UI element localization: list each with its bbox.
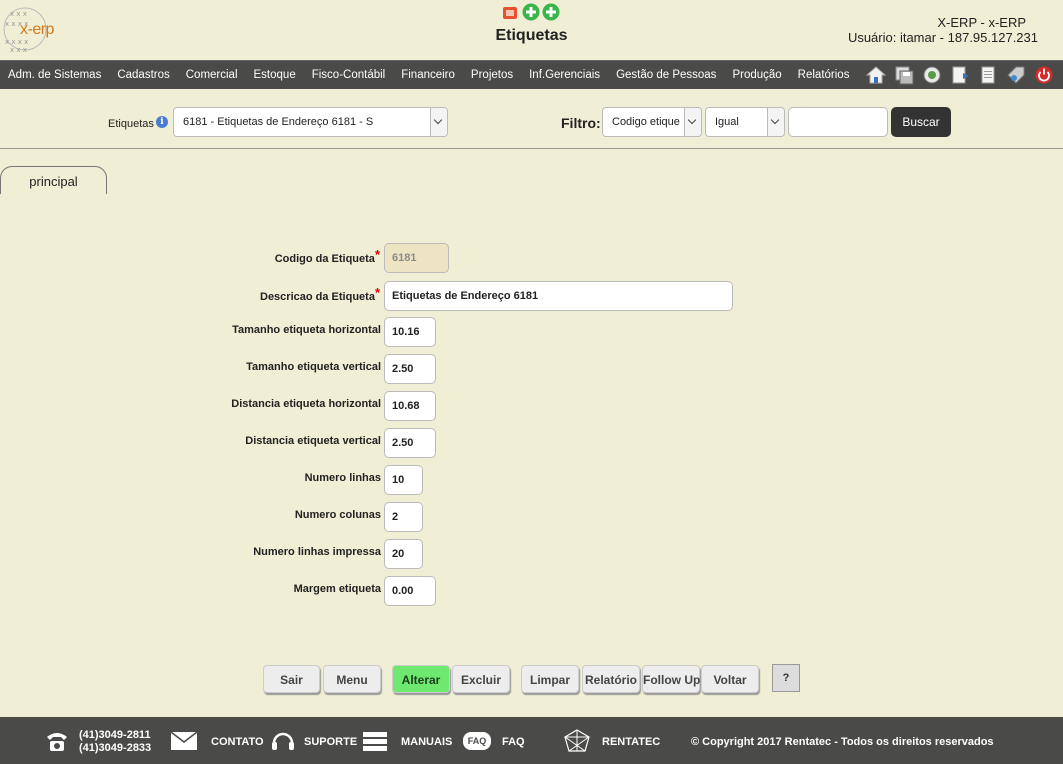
user-info: Usuário: itamar - 187.95.127.231 bbox=[847, 30, 1038, 45]
search-row: Etiquetas i 6181 - Etiquetas de Endereço… bbox=[0, 89, 1063, 149]
follow-up-button[interactable]: Follow Up bbox=[642, 665, 700, 693]
info-icon[interactable]: i bbox=[156, 116, 168, 128]
menu-item-cadastros[interactable]: Cadastros bbox=[109, 69, 177, 81]
sair-button[interactable]: Sair bbox=[263, 665, 320, 693]
numero-linhas-impressa-field[interactable]: 20 bbox=[384, 539, 423, 569]
etiquetas-label: Etiquetas bbox=[108, 118, 154, 130]
svg-text:x x x: x x x bbox=[10, 46, 27, 54]
svg-text:x x x: x x x bbox=[10, 10, 27, 18]
required-marker: * bbox=[374, 247, 380, 262]
relatorio-button[interactable]: Relatório bbox=[582, 665, 640, 693]
filtro-field-select[interactable]: Codigo etique bbox=[602, 107, 702, 137]
distancia-horizontal-label: Distancia etiqueta horizontal bbox=[231, 398, 381, 410]
tamanho-vertical-label: Tamanho etiqueta vertical bbox=[246, 361, 381, 373]
menu-item-producao[interactable]: Produção bbox=[724, 69, 789, 81]
rentatec-link[interactable]: RENTATEC bbox=[602, 736, 660, 748]
etiquetas-select-value: 6181 - Etiquetas de Endereço 6181 - S bbox=[183, 116, 374, 128]
excluir-button[interactable]: Excluir bbox=[452, 665, 510, 693]
power-icon[interactable] bbox=[1033, 65, 1055, 85]
books-icon bbox=[363, 732, 387, 751]
menu-item-inf-gerenciais[interactable]: Inf.Gerenciais bbox=[521, 69, 608, 81]
margem-etiqueta-field[interactable]: 0.00 bbox=[384, 576, 436, 606]
buscar-button[interactable]: Buscar bbox=[891, 107, 951, 137]
tag-icon[interactable] bbox=[1005, 65, 1027, 85]
margem-etiqueta-label: Margem etiqueta bbox=[293, 583, 381, 595]
tab-principal[interactable]: principal bbox=[0, 166, 107, 194]
descricao-etiqueta-field[interactable]: Etiquetas de Endereço 6181 bbox=[384, 281, 733, 311]
filtro-operator-select[interactable]: Igual bbox=[705, 107, 785, 137]
faq-icon: FAQ bbox=[463, 732, 491, 750]
menu-toolbar-icons bbox=[865, 65, 1055, 85]
menu-item-projetos[interactable]: Projetos bbox=[463, 69, 521, 81]
codigo-etiqueta-label-text: Codigo da Etiqueta bbox=[274, 253, 375, 265]
numero-linhas-field[interactable]: 10 bbox=[384, 465, 423, 495]
voltar-button[interactable]: Voltar bbox=[701, 665, 759, 693]
emblem-icon[interactable] bbox=[921, 65, 943, 85]
rentatec-logo-icon bbox=[564, 729, 590, 752]
copyright-text: © Copyright 2017 Rentatec - Todos os dir… bbox=[691, 736, 994, 748]
header: x x x x x x x x x x x x x x x-erp Etique… bbox=[0, 0, 1063, 60]
faq-link[interactable]: FAQ bbox=[502, 736, 525, 748]
distancia-vertical-field[interactable]: 2.50 bbox=[384, 428, 436, 458]
numero-colunas-label: Numero colunas bbox=[294, 509, 381, 521]
alterar-button[interactable]: Alterar bbox=[392, 665, 450, 693]
codigo-etiqueta-field: 6181 bbox=[384, 243, 449, 273]
tamanho-horizontal-label: Tamanho etiqueta horizontal bbox=[232, 324, 381, 336]
envelope-icon bbox=[171, 732, 197, 750]
menu-item-estoque[interactable]: Estoque bbox=[246, 69, 304, 81]
etiquetas-select[interactable]: 6181 - Etiquetas de Endereço 6181 - S bbox=[173, 107, 448, 137]
descricao-etiqueta-label-text: Descricao da Etiqueta bbox=[260, 291, 375, 303]
filtro-field-value: Codigo etique bbox=[612, 116, 680, 128]
main-menu: Adm. de Sistemas Cadastros Comercial Est… bbox=[0, 61, 857, 89]
phone-icon bbox=[47, 733, 67, 751]
descricao-etiqueta-label: Descricao da Etiqueta* bbox=[260, 285, 380, 303]
codigo-etiqueta-label: Codigo da Etiqueta* bbox=[274, 247, 380, 265]
filtro-operator-value: Igual bbox=[715, 116, 739, 128]
headset-icon bbox=[272, 732, 294, 750]
document-icon[interactable] bbox=[977, 65, 999, 85]
manuais-link[interactable]: MANUAIS bbox=[401, 736, 452, 748]
menu-button[interactable]: Menu bbox=[323, 665, 381, 693]
distancia-vertical-label: Distancia etiqueta vertical bbox=[245, 435, 381, 447]
save-icon[interactable] bbox=[893, 65, 915, 85]
home-icon[interactable] bbox=[865, 65, 887, 85]
distancia-horizontal-field[interactable]: 10.68 bbox=[384, 391, 436, 421]
filtro-label: Filtro: bbox=[561, 115, 601, 131]
menu-item-gestao-pessoas[interactable]: Gestão de Pessoas bbox=[608, 69, 724, 81]
chevron-down-icon[interactable] bbox=[767, 108, 784, 136]
contato-link[interactable]: CONTATO bbox=[211, 736, 264, 748]
menu-item-comercial[interactable]: Comercial bbox=[178, 69, 246, 81]
menu-item-fisco-contabil[interactable]: Fisco-Contábil bbox=[304, 69, 394, 81]
help-button[interactable]: ? bbox=[772, 664, 800, 692]
document-arrow-icon[interactable] bbox=[949, 65, 971, 85]
add-new-icon[interactable] bbox=[542, 3, 560, 21]
tamanho-horizontal-field[interactable]: 10.16 bbox=[384, 317, 436, 347]
phone-numbers: (41)3049-2811 (41)3049-2833 bbox=[79, 729, 151, 755]
user-info-block: X-ERP - x-ERP Usuário: itamar - 187.95.1… bbox=[848, 15, 1038, 45]
suporte-link[interactable]: SUPORTE bbox=[304, 736, 357, 748]
filtro-value-input[interactable] bbox=[788, 107, 888, 137]
tamanho-vertical-field[interactable]: 2.50 bbox=[384, 354, 436, 384]
menu-item-adm-sistemas[interactable]: Adm. de Sistemas bbox=[0, 69, 109, 81]
header-icons bbox=[502, 3, 560, 21]
numero-colunas-field[interactable]: 2 bbox=[384, 502, 423, 532]
numero-linhas-impressa-label: Numero linhas impressa bbox=[253, 546, 381, 558]
numero-linhas-label: Numero linhas bbox=[304, 472, 381, 484]
report-icon[interactable] bbox=[502, 3, 520, 21]
menu-item-relatorios[interactable]: Relatórios bbox=[790, 69, 858, 81]
phone-2: (41)3049-2833 bbox=[79, 742, 152, 754]
add-icon[interactable] bbox=[522, 3, 540, 21]
chevron-down-icon[interactable] bbox=[684, 108, 701, 136]
menu-item-financeiro[interactable]: Financeiro bbox=[393, 69, 463, 81]
phone-1: (41)3049-2811 bbox=[79, 729, 151, 741]
main-menu-bar: Adm. de Sistemas Cadastros Comercial Est… bbox=[0, 60, 1063, 89]
limpar-button[interactable]: Limpar bbox=[521, 665, 579, 693]
required-marker: * bbox=[374, 285, 380, 300]
footer: (41)3049-2811 (41)3049-2833 CONTATO SUPO… bbox=[0, 717, 1063, 764]
system-name: X-ERP - x-ERP bbox=[937, 15, 1026, 30]
chevron-down-icon[interactable] bbox=[430, 108, 447, 136]
